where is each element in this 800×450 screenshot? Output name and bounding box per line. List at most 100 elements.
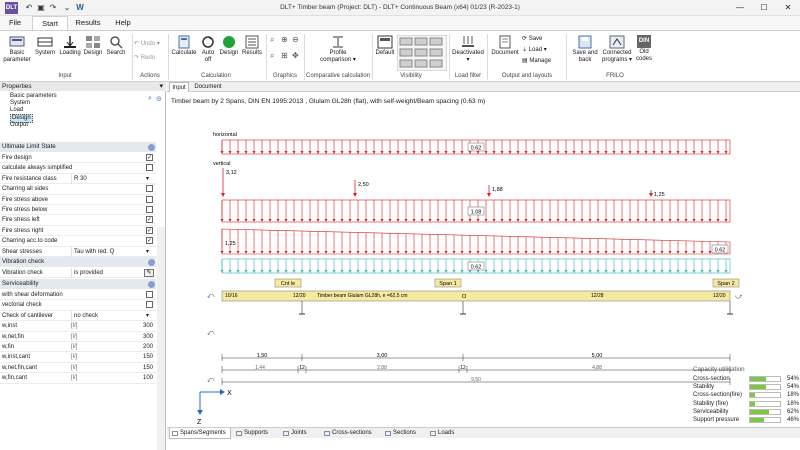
design-calc-button[interactable]: Design xyxy=(218,35,240,57)
uls-4-checkbox[interactable] xyxy=(146,195,153,203)
capacity-bar xyxy=(749,392,781,399)
output-save-button[interactable]: ⟳ Save xyxy=(522,36,562,43)
design-input-button[interactable]: Design xyxy=(82,35,104,57)
uniform-load-arrow-head xyxy=(596,219,600,222)
output-load-label: Load xyxy=(528,47,543,53)
uls-7-checkbox[interactable]: ✓ xyxy=(146,226,153,234)
save-and-back-button[interactable]: Save and back xyxy=(572,35,598,63)
tab-document[interactable]: Document xyxy=(191,82,225,92)
menu-start[interactable]: Start xyxy=(32,16,68,30)
output-load-button[interactable]: ⇣ Load ▾ xyxy=(522,47,562,54)
system-button[interactable]: System xyxy=(33,35,57,57)
results-button[interactable]: Results xyxy=(240,35,264,57)
sls-7-value[interactable]: 150 xyxy=(143,363,153,373)
uniform-load-arrow-head xyxy=(532,219,536,222)
pin-icon[interactable]: ▾ xyxy=(159,82,163,91)
menu-file[interactable]: File xyxy=(3,16,27,30)
undo-button[interactable]: ↶ Undo ▾ xyxy=(134,41,166,48)
vibration-edit-icon[interactable]: ✎ xyxy=(144,269,154,277)
zoom-all-icon[interactable]: ⊞ xyxy=(281,52,288,60)
capacity-value: 46% xyxy=(786,417,799,423)
vibration-section-header[interactable]: Vibration check xyxy=(0,257,156,267)
uls-8-checkbox[interactable]: ✓ xyxy=(146,237,153,245)
serviceability-section-header[interactable]: Serviceability xyxy=(0,279,156,289)
redo-button[interactable]: ↷ Redo xyxy=(134,55,166,62)
sls-4-value[interactable]: 300 xyxy=(143,332,153,342)
table-tab-spans-segments[interactable]: Spans/Segments xyxy=(169,428,231,439)
uls-2-select[interactable]: R 30 xyxy=(71,173,155,184)
tab-input[interactable]: Input xyxy=(169,82,189,92)
tree-item-basic-parameters[interactable]: Basic parameters xyxy=(10,93,57,100)
table-tab-sections[interactable]: Sections xyxy=(383,428,425,439)
sls-7-row: w,net,fin,cant [l/] 150 xyxy=(0,362,156,374)
menu-results[interactable]: Results xyxy=(70,16,106,30)
sls-5-value[interactable]: 200 xyxy=(143,342,153,352)
document-button[interactable]: Document xyxy=(489,35,521,57)
minimize-icon[interactable]: — xyxy=(728,0,752,16)
trapezoid-load-arrow-head xyxy=(620,251,624,254)
panel-collapse-icon[interactable]: ⊝ xyxy=(156,95,162,103)
connected-programs-button[interactable]: Connected programs ▾ xyxy=(600,35,634,63)
zoom-window-icon[interactable]: ⌕ xyxy=(270,52,274,60)
selfweight-load-arrow-head xyxy=(676,270,680,273)
uniform-load-arrow-head xyxy=(708,219,712,222)
sls-1-checkbox[interactable] xyxy=(146,301,153,309)
uls-2-chevron-down-icon[interactable]: ▾ xyxy=(146,174,149,184)
sls-0-checkbox[interactable] xyxy=(146,291,153,298)
tree-item-load[interactable]: Load xyxy=(10,107,23,114)
point-load-arrow-head xyxy=(487,193,491,197)
uls-0-checkbox[interactable]: ✓ xyxy=(146,154,153,161)
basic-parameter-button[interactable]: Basic parameter xyxy=(2,35,32,63)
table-tab-joints[interactable]: Joints xyxy=(281,428,319,439)
uls-section-header[interactable]: Ultimate Limit State xyxy=(0,142,156,152)
panel-search-icon[interactable]: ⌕ xyxy=(148,95,152,103)
uniform-load-arrow-head xyxy=(500,219,504,222)
calculate-button[interactable]: Calculate xyxy=(170,35,198,57)
sls-6-value[interactable]: 150 xyxy=(143,352,153,362)
sls-3-value[interactable]: 300 xyxy=(143,321,153,331)
uniform-load-arrow-head xyxy=(276,219,280,222)
zoom-in-icon[interactable]: ⊕ xyxy=(281,36,288,44)
menu-help[interactable]: Help xyxy=(110,16,136,30)
uls-6-checkbox[interactable]: ✓ xyxy=(146,216,153,224)
table-tab-cross-sections[interactable]: Cross-sections xyxy=(322,428,380,439)
loading-button[interactable]: Loading xyxy=(58,35,82,57)
zoom-out-icon[interactable]: ⊖ xyxy=(292,36,299,44)
uls-1-label: calculate always simplified xyxy=(2,165,73,172)
search-button[interactable]: Search xyxy=(104,35,128,57)
uls-1-checkbox[interactable] xyxy=(146,164,153,172)
output-manage-button[interactable]: ▤ Manage xyxy=(522,58,562,65)
visibility-toggle-grid-icon[interactable] xyxy=(397,35,447,71)
pan-icon[interactable]: ✥ xyxy=(292,52,299,60)
serviceability-section-header-collapse-icon[interactable] xyxy=(148,280,155,288)
close-icon[interactable]: ✕ xyxy=(776,0,800,16)
table-tab-loads[interactable]: Loads xyxy=(428,428,468,439)
old-codes-button[interactable]: DIN Old codes xyxy=(635,35,653,62)
uls-9-chevron-down-icon[interactable]: ▾ xyxy=(146,247,149,257)
maximize-icon[interactable]: ☐ xyxy=(752,0,776,16)
uls-section-header-collapse-icon[interactable] xyxy=(148,143,155,151)
uniform-load-arrow-head xyxy=(468,219,472,222)
auto-off-button[interactable]: Auto off xyxy=(198,35,218,63)
sls-8-value[interactable]: 100 xyxy=(143,373,153,383)
uniform-load-arrow-head xyxy=(340,219,344,222)
sls-2-select[interactable]: no check xyxy=(71,310,155,321)
uniform-load-arrow-head xyxy=(220,219,224,222)
profile-comparison-button[interactable]: Profile comparison ▾ xyxy=(318,35,358,63)
tree-item-system[interactable]: System xyxy=(10,100,30,107)
graphics-zoom-icon[interactable]: ⌕ xyxy=(270,36,274,44)
sls-2-chevron-down-icon[interactable]: ▾ xyxy=(146,311,149,321)
vibration-section-header-collapse-icon[interactable] xyxy=(148,258,155,266)
tree-item-output[interactable]: Output xyxy=(10,122,28,129)
visibility-default-button[interactable]: Default xyxy=(374,35,396,57)
uls-9-select[interactable]: Tau with red. Q xyxy=(71,246,155,257)
selfweight-load-arrow-head xyxy=(364,270,368,273)
graphics-canvas[interactable]: Timber beam by 2 Spans, DIN EN 1995:2013… xyxy=(167,92,800,426)
uniform-load-arrow-head xyxy=(572,219,576,222)
uls-5-checkbox[interactable] xyxy=(146,206,153,213)
horizontal-load-arrow-head xyxy=(228,151,232,154)
load-filter-button[interactable]: Deactivated ▾ xyxy=(451,35,485,63)
properties-scrollbar[interactable] xyxy=(157,227,165,450)
table-tab-supports[interactable]: Supports xyxy=(234,428,278,439)
uls-3-checkbox[interactable] xyxy=(146,185,153,193)
